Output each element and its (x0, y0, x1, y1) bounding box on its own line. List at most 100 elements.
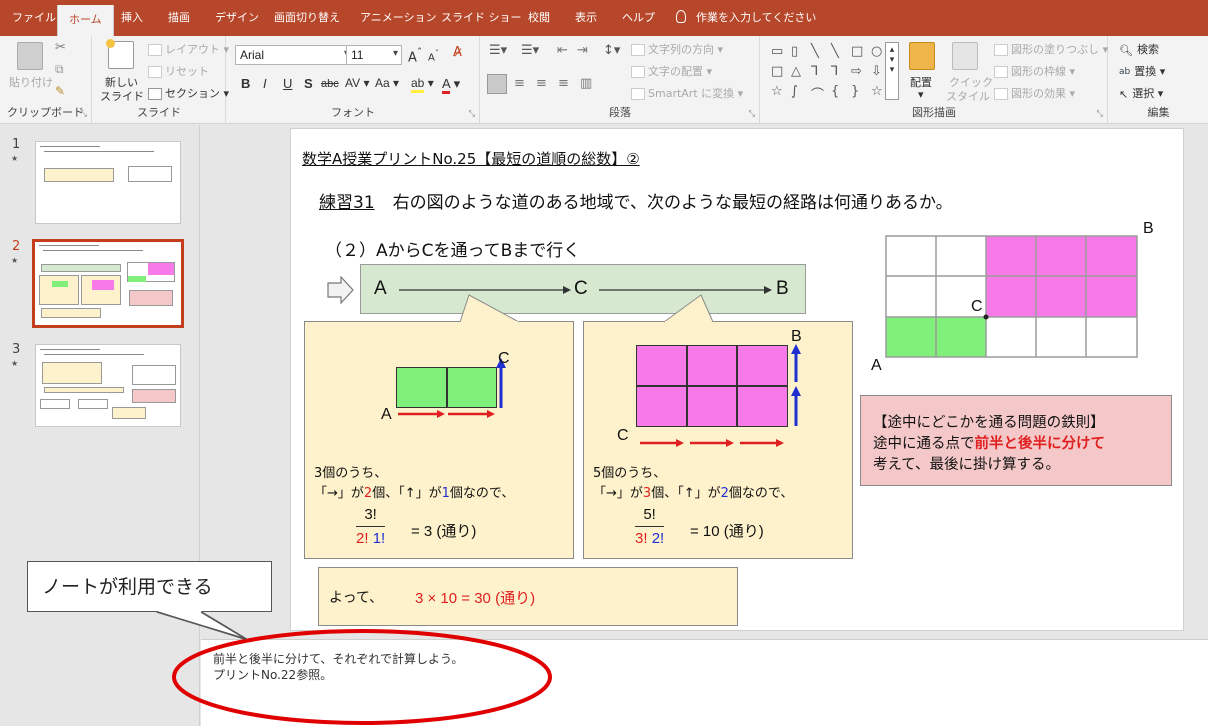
align-right-icon[interactable]: ≡ (536, 76, 547, 91)
align-center-icon[interactable]: ≡ (514, 76, 525, 91)
block-arrow-icon[interactable] (327, 276, 355, 304)
tab-review[interactable]: 校閲 (528, 9, 550, 25)
find-button[interactable]: 🔍︎ 検索 (1119, 41, 1159, 57)
pen-icon (994, 66, 1008, 78)
slide-thumbnail-2[interactable] (32, 239, 184, 328)
conclusion-box[interactable]: よって、 3 × 10 = 30 (通り) (318, 567, 738, 626)
thumb-number-1: 1 (12, 137, 21, 152)
align-left-icon[interactable] (487, 74, 507, 94)
exercise-heading[interactable]: 練習31 右の図のような道のある地域で、次のような最短の経路は何通りあるか。 (319, 188, 953, 213)
drawing-group-label: 図形描画 (912, 106, 956, 119)
line-spacing-icon[interactable]: ↕▾ (603, 43, 620, 58)
tab-view[interactable]: 表示 (575, 9, 597, 25)
tab-slideshow[interactable]: スライド ショー (441, 9, 522, 25)
smartart-button[interactable]: SmartArt に変換 ▾ (631, 85, 743, 101)
underline-button[interactable]: U (283, 76, 292, 91)
dialog-launcher-icon[interactable]: ⤡ (469, 109, 475, 119)
numbering-icon[interactable]: ☰▾ (521, 43, 539, 58)
italic-button[interactable]: I (263, 76, 267, 91)
format-painter-icon[interactable]: ✎ (55, 84, 65, 98)
tab-home[interactable]: ホーム (57, 5, 114, 36)
road-grid[interactable] (885, 235, 1141, 361)
conclusion-prefix: よって、 (329, 590, 384, 606)
rule-line-2: 考えて、最後に掛け算する。 (873, 457, 1061, 473)
tab-animations[interactable]: アニメーション (360, 9, 437, 25)
chevron-down-icon[interactable]: ▾ (918, 88, 924, 101)
font-name-select[interactable]: Arial▾ (235, 45, 353, 65)
tab-design[interactable]: デザイン (215, 9, 259, 25)
tell-me-search[interactable]: 作業を入力してください (676, 9, 816, 25)
tab-insert[interactable]: 挿入 (121, 9, 143, 25)
justify-icon[interactable]: ≡ (558, 76, 569, 91)
arrange-icon[interactable] (909, 42, 935, 70)
shadow-button[interactable]: S (304, 76, 313, 91)
highlight-color-button[interactable]: ab ▾ (411, 76, 434, 93)
font-size-select[interactable]: 11 ▾ (346, 45, 402, 65)
slide-thumbnails-pane: 1 ★ 2 ★ 3 ★ (0, 125, 200, 726)
brace-shape-icon: } (851, 84, 860, 99)
arc-shape-icon: ⌒ (811, 88, 825, 103)
copy-icon[interactable]: ⧉ (55, 62, 64, 77)
columns-icon[interactable]: ▥ (580, 76, 592, 91)
shape-outline-button[interactable]: 図形の枠線 ▾ (994, 63, 1075, 79)
annotation-callout: ノートが利用できる (27, 561, 272, 612)
notes-pane[interactable]: 前半と後半に分けて、それぞれで計算しよう。 プリントNo.22参照。 (201, 639, 1208, 726)
dialog-launcher-icon[interactable]: ⤡ (1097, 109, 1103, 119)
rule-box[interactable]: 【途中にどこかを通る問題の鉄則】 途中に通る点で前半と後半に分けて 考えて、最後… (860, 395, 1172, 486)
tab-draw[interactable]: 描画 (168, 9, 190, 25)
bullets-icon[interactable]: ☰▾ (489, 43, 507, 58)
new-slide-icon[interactable] (106, 39, 134, 69)
slide-thumbnail-1[interactable] (35, 141, 181, 224)
tab-file[interactable]: ファイル (12, 9, 56, 25)
font-color-button[interactable]: A ▾ (442, 76, 460, 94)
rule-line-1: 途中に通る点で前半と後半に分けて (873, 436, 1105, 452)
decrease-indent-icon[interactable]: ⇤ (557, 43, 568, 58)
new-slide-label-2[interactable]: スライド (100, 88, 144, 104)
animation-star-icon: ★ (11, 256, 19, 265)
reset-button[interactable]: リセット (148, 63, 209, 79)
tab-transitions[interactable]: 画面切り替え (274, 9, 340, 25)
layout-button[interactable]: レイアウト ▾ (148, 41, 229, 57)
select-button[interactable]: ↖ 選択 ▾ (1119, 85, 1163, 101)
align-text-button[interactable]: 文字の配置 ▾ (631, 63, 712, 79)
cut-icon[interactable]: ✂ (55, 40, 66, 55)
left-explain-2: 「→」が2個、「↑」が1個なので、 (314, 486, 515, 501)
first-half-box[interactable]: C A 3個のうち、 「→」が2個、「↑」が1個なので、 3! 2! 1! = 3… (304, 321, 574, 559)
paint-bucket-icon (994, 44, 1008, 56)
route-box[interactable]: A C B (360, 264, 806, 314)
shapes-scroll[interactable]: ▴ ▾ ▾ (885, 42, 899, 100)
path-arrows (640, 344, 801, 447)
paste-button[interactable]: 貼り付け (9, 74, 53, 90)
shrink-font-button[interactable]: Aˇ (428, 48, 439, 63)
slide-thumbnail-3[interactable] (35, 344, 181, 427)
bold-button[interactable]: B (241, 76, 250, 91)
char-spacing-button[interactable]: AV ▾ (345, 76, 369, 90)
dialog-launcher-icon[interactable]: ⤡ (749, 109, 755, 119)
section-button[interactable]: セクション ▾ (148, 85, 229, 101)
strikethrough-button[interactable]: abc (321, 78, 339, 90)
slide-title[interactable]: 数学A授業プリントNo.25【最短の道順の総数】② (302, 148, 640, 169)
sub-question[interactable]: （２）AからCを通ってBまで行く (325, 236, 580, 261)
lightbulb-icon (676, 10, 686, 23)
dialog-launcher-icon[interactable]: ⤡ (81, 109, 87, 119)
shape-fill-button[interactable]: 図形の塗りつぶし ▾ (994, 41, 1108, 57)
replace-button[interactable]: ab 置換 ▾ (1119, 63, 1165, 79)
second-half-box[interactable]: B C 5個のうち、 「→」が3個、「↑」が2個なので、 5! 3! 2! = 1… (583, 321, 853, 559)
clear-format-icon[interactable]: A̷ (453, 45, 462, 60)
grow-font-button[interactable]: Aˆ (408, 46, 422, 65)
quick-styles-label-2[interactable]: スタイル (946, 88, 990, 104)
slide-canvas[interactable]: 数学A授業プリントNo.25【最短の道順の総数】② 練習31 右の図のような道のあ… (290, 128, 1184, 631)
quick-styles-icon[interactable] (952, 42, 978, 70)
right-label-b: B (791, 328, 802, 345)
tab-help[interactable]: ヘルプ (622, 9, 655, 25)
left-label-a: A (381, 406, 392, 423)
change-case-button[interactable]: Aa ▾ (375, 76, 399, 90)
replace-icon: ab (1119, 67, 1131, 77)
increase-indent-icon[interactable]: ⇥ (577, 43, 588, 58)
shape-effects-button[interactable]: 図形の効果 ▾ (994, 85, 1075, 101)
paste-icon[interactable] (17, 42, 43, 70)
paragraph-group: ☰▾ ☰▾ ⇤ ⇥ ↕▾ 文字列の方向 ▾ 文字の配置 ▾ SmartArt に… (481, 36, 760, 124)
shapes-gallery[interactable]: ▭ ▯ ╲ ╲ □ ○ □ △ ⅂ ⅂ ⇨ ⇩ ☆ ∫ ⌒ {} ☆ (771, 44, 883, 103)
text-direction-button[interactable]: 文字列の方向 ▾ (631, 41, 723, 57)
notes-line-2: プリントNo.22参照。 (213, 668, 333, 682)
